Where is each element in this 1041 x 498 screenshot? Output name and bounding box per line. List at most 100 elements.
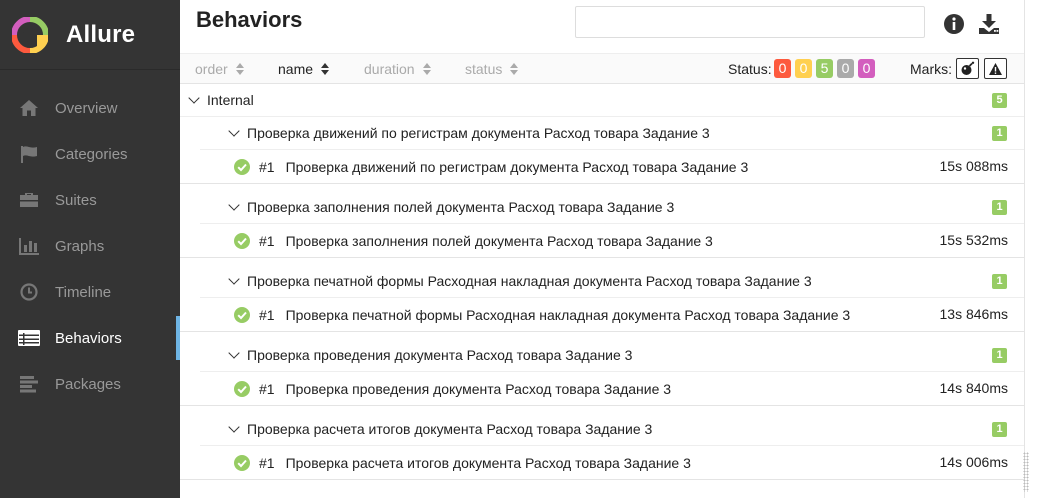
list-icon [18, 327, 40, 349]
brand-name: Allure [66, 20, 136, 48]
sort-by-duration[interactable]: duration [364, 61, 431, 77]
passed-check-icon [234, 158, 250, 175]
group-label: Проверка заполнения полей документа Расх… [247, 199, 675, 215]
sidebar-item-overview[interactable]: Overview [0, 85, 180, 131]
pane-divider[interactable] [1024, 0, 1025, 498]
sidebar-item-label: Behaviors [55, 329, 122, 347]
sort-by-name[interactable]: name [278, 61, 330, 77]
status-unknown-toggle[interactable]: 0 [858, 59, 875, 78]
behaviors-tree: Internal 5 Проверка движений по регистра… [180, 84, 1025, 480]
passed-check-icon [234, 454, 250, 471]
search-input[interactable] [575, 6, 925, 38]
status-broken-toggle[interactable]: 0 [795, 59, 812, 78]
sort-label: name [278, 61, 314, 77]
test-result-row[interactable]: #1 Проверка печатной формы Расходная нак… [180, 298, 1025, 332]
tree-group-row[interactable]: Проверка проведения документа Расход тов… [200, 339, 1025, 372]
test-name: Проверка расчета итогов документа Расход… [285, 454, 691, 471]
group-count-badge: 5 [992, 93, 1007, 108]
sidebar-item-graphs[interactable]: Graphs [0, 223, 180, 269]
tree-group: Проверка печатной формы Расходная наклад… [180, 265, 1025, 332]
allure-logo-icon [12, 16, 48, 53]
sidebar-item-label: Timeline [55, 283, 112, 301]
sidebar-item-suites[interactable]: Suites [0, 177, 180, 223]
passed-check-icon [234, 380, 250, 397]
sort-by-status[interactable]: status [465, 61, 519, 77]
tree-group-row[interactable]: Проверка печатной формы Расходная наклад… [200, 265, 1025, 298]
tree-group: Проверка заполнения полей документа Расх… [180, 191, 1025, 258]
group-count-badge: 1 [992, 348, 1007, 363]
brand[interactable]: Allure [0, 0, 180, 70]
sort-by-order[interactable]: order [195, 61, 244, 77]
sort-toolbar: order name duration status Status: 0 0 5… [180, 53, 1025, 84]
chevron-down-icon [228, 347, 240, 359]
sort-label: status [465, 61, 503, 77]
chevron-down-icon [228, 125, 240, 137]
flaky-mark-toggle[interactable] [956, 58, 979, 79]
group-count-badge: 1 [992, 200, 1007, 215]
sidebar: Allure Overview Categories Suites Graphs [0, 0, 180, 498]
test-name: Проверка печатной формы Расходная наклад… [285, 306, 851, 323]
group-label: Проверка расчета итогов документа Расход… [247, 421, 653, 437]
status-filter-label: Status: [728, 61, 772, 77]
status-failed-toggle[interactable]: 0 [774, 59, 791, 78]
sort-arrows-icon [235, 63, 244, 75]
page-header: Behaviors [180, 0, 1025, 53]
warning-icon [989, 62, 1002, 75]
sidebar-item-label: Graphs [55, 237, 105, 255]
test-name: Проверка проведения документа Расход тов… [285, 380, 672, 397]
test-result-row[interactable]: #1 Проверка расчета итогов документа Рас… [180, 446, 1025, 480]
sort-arrows-icon [510, 63, 519, 75]
tree-group-row[interactable]: Проверка заполнения полей документа Расх… [200, 191, 1025, 224]
bar-chart-icon [18, 235, 40, 257]
chevron-down-icon [228, 199, 240, 211]
test-result-row[interactable]: #1 Проверка заполнения полей документа Р… [180, 224, 1025, 258]
align-left-icon [18, 373, 40, 395]
status-skipped-toggle[interactable]: 0 [837, 59, 854, 78]
test-number: #1 [259, 306, 275, 323]
resize-grip[interactable] [1023, 452, 1029, 492]
test-result-row[interactable]: #1 Проверка проведения документа Расход … [180, 372, 1025, 406]
test-number: #1 [259, 454, 275, 471]
test-duration: 15s 088ms [939, 158, 1008, 174]
sort-label: order [195, 61, 228, 77]
page-title: Behaviors [196, 7, 303, 32]
test-duration: 14s 840ms [939, 380, 1008, 396]
new-failed-mark-toggle[interactable] [984, 58, 1007, 79]
test-duration: 15s 532ms [939, 232, 1008, 248]
tree-group-root[interactable]: Internal 5 [180, 84, 1025, 117]
sidebar-item-categories[interactable]: Categories [0, 131, 180, 177]
status-passed-toggle[interactable]: 5 [816, 59, 833, 78]
group-count-badge: 1 [992, 126, 1007, 141]
clock-icon [18, 281, 40, 303]
status-filter: 0 0 5 0 0 [774, 59, 875, 78]
group-label: Проверка печатной формы Расходная наклад… [247, 273, 812, 289]
group-label: Проверка проведения документа Расход тов… [247, 347, 633, 363]
passed-check-icon [234, 306, 250, 323]
sidebar-item-label: Suites [55, 191, 97, 209]
download-icon[interactable] [977, 12, 1001, 36]
tree-group: Проверка проведения документа Расход тов… [180, 339, 1025, 406]
test-duration: 14s 006ms [939, 454, 1008, 470]
sidebar-nav: Overview Categories Suites Graphs Timeli… [0, 85, 180, 407]
marks-filter-label: Marks: [910, 61, 952, 77]
test-name: Проверка заполнения полей документа Расх… [285, 232, 713, 249]
tree-group-row[interactable]: Проверка расчета итогов документа Расход… [200, 413, 1025, 446]
test-duration: 13s 846ms [939, 306, 1008, 322]
sort-label: duration [364, 61, 415, 77]
tree-group-row[interactable]: Проверка движений по регистрам документа… [200, 117, 1025, 150]
chevron-down-icon [228, 421, 240, 433]
group-count-badge: 1 [992, 274, 1007, 289]
group-label: Internal [207, 92, 254, 108]
test-number: #1 [259, 232, 275, 249]
sidebar-item-packages[interactable]: Packages [0, 361, 180, 407]
home-icon [18, 97, 40, 119]
info-icon[interactable] [942, 12, 966, 36]
sidebar-item-label: Packages [55, 375, 121, 393]
sidebar-item-timeline[interactable]: Timeline [0, 269, 180, 315]
test-number: #1 [259, 380, 275, 397]
sort-arrows-icon [422, 63, 431, 75]
sidebar-item-label: Categories [55, 145, 128, 163]
sidebar-item-behaviors[interactable]: Behaviors [0, 315, 180, 361]
chevron-down-icon [228, 273, 240, 285]
test-result-row[interactable]: #1 Проверка движений по регистрам докуме… [180, 150, 1025, 184]
